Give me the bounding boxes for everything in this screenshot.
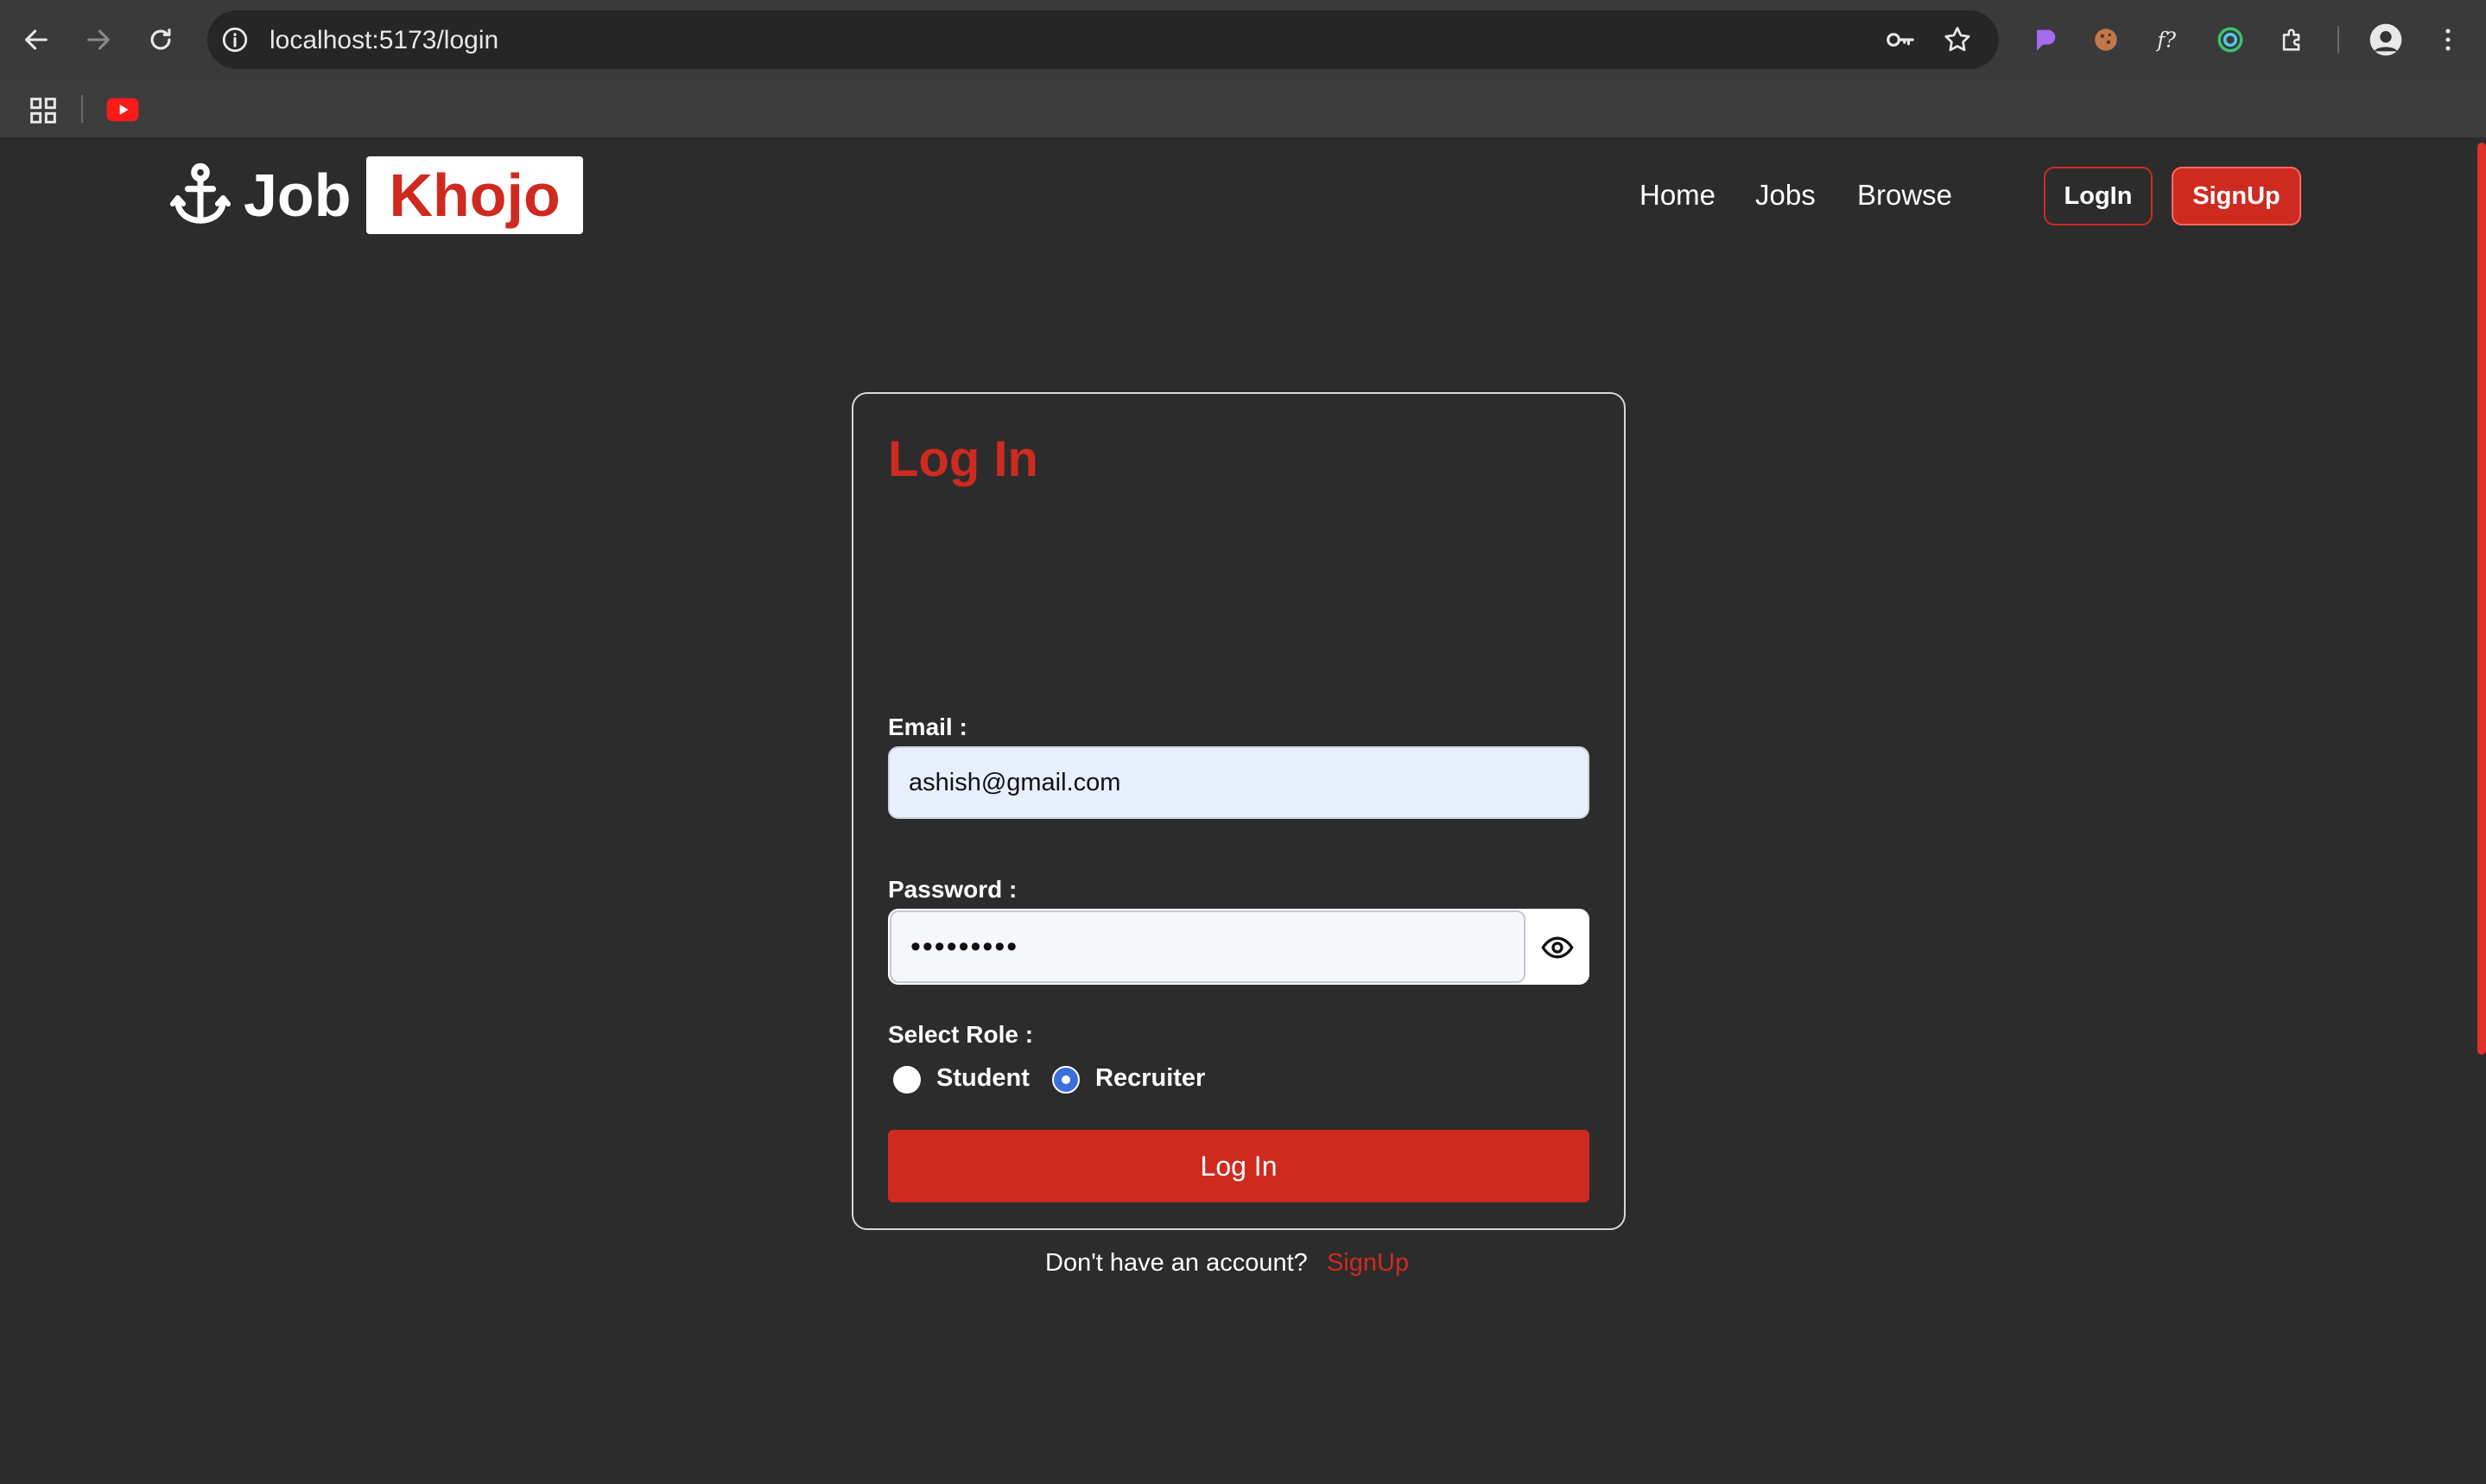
nav-browse[interactable]: Browse bbox=[1857, 179, 1952, 212]
form-title: Log In bbox=[888, 431, 1038, 487]
svg-text:f?: f? bbox=[2155, 29, 2177, 53]
extensions-puzzle-icon[interactable] bbox=[2274, 21, 2312, 59]
no-account-text: Don't have an account? bbox=[1045, 1249, 1308, 1277]
login-submit-button[interactable]: Log In bbox=[888, 1130, 1589, 1202]
anchor-icon bbox=[169, 162, 231, 224]
recruiter-radio[interactable] bbox=[1052, 1066, 1080, 1094]
target-extension-icon[interactable] bbox=[2211, 21, 2249, 59]
url-text[interactable]: localhost:5173/login bbox=[270, 26, 498, 55]
bookmarks-bar bbox=[0, 79, 2486, 139]
password-group: ••••••••• bbox=[888, 909, 1589, 985]
recruiter-radio-label[interactable]: Recruiter bbox=[1095, 1064, 1205, 1093]
font-extension-icon[interactable]: f? bbox=[2149, 21, 2187, 59]
key-icon[interactable] bbox=[1883, 22, 1918, 57]
back-button[interactable] bbox=[16, 19, 57, 60]
password-field[interactable]: ••••••••• bbox=[890, 910, 1525, 983]
toolbar-divider bbox=[2337, 26, 2339, 54]
browser-menu-icon[interactable] bbox=[2429, 21, 2467, 59]
forward-arrow-icon bbox=[87, 29, 110, 50]
browser-chrome: localhost:5173/login f? bbox=[0, 0, 2486, 139]
page: Job Khojo Home Jobs Browse LogIn SignUp … bbox=[0, 139, 2486, 1484]
nav-jobs[interactable]: Jobs bbox=[1755, 179, 1816, 212]
reload-button[interactable] bbox=[140, 19, 181, 60]
profile-avatar[interactable] bbox=[2367, 21, 2405, 59]
bookmark-star-icon[interactable] bbox=[1940, 22, 1975, 57]
email-field[interactable]: ashish@gmail.com bbox=[888, 746, 1589, 819]
header-login-button[interactable]: LogIn bbox=[2044, 167, 2153, 225]
youtube-icon[interactable] bbox=[105, 95, 140, 129]
site-info-icon[interactable] bbox=[218, 22, 252, 57]
header-signup-button[interactable]: SignUp bbox=[2172, 167, 2301, 225]
apps-grid-icon[interactable] bbox=[26, 93, 60, 132]
email-label: Email : bbox=[888, 713, 967, 740]
logo-text: Job bbox=[244, 162, 352, 229]
back-arrow-icon bbox=[25, 29, 48, 50]
logo-highlight: Khojo bbox=[366, 156, 583, 234]
student-radio-label[interactable]: Student bbox=[936, 1064, 1030, 1093]
role-label: Select Role : bbox=[888, 1021, 1034, 1048]
password-label: Password : bbox=[888, 876, 1018, 903]
show-password-eye-icon[interactable] bbox=[1538, 928, 1577, 967]
signup-link[interactable]: SignUp bbox=[1327, 1249, 1409, 1278]
reload-icon bbox=[150, 29, 171, 50]
extension-purple-icon[interactable] bbox=[2026, 21, 2064, 59]
nav-home[interactable]: Home bbox=[1639, 179, 1715, 212]
login-card: Log In Email : ashish@gmail.com Password… bbox=[852, 392, 1626, 1277]
bookmarks-divider bbox=[81, 95, 83, 123]
toolbar: localhost:5173/login f? bbox=[0, 0, 2486, 79]
forward-button[interactable] bbox=[78, 19, 119, 60]
student-radio[interactable] bbox=[893, 1066, 921, 1094]
logo[interactable]: Job Khojo bbox=[169, 156, 583, 234]
cookie-extension-icon[interactable] bbox=[2087, 21, 2125, 59]
address-bar[interactable]: localhost:5173/login bbox=[207, 10, 1999, 69]
scrollbar[interactable] bbox=[2477, 143, 2486, 1055]
